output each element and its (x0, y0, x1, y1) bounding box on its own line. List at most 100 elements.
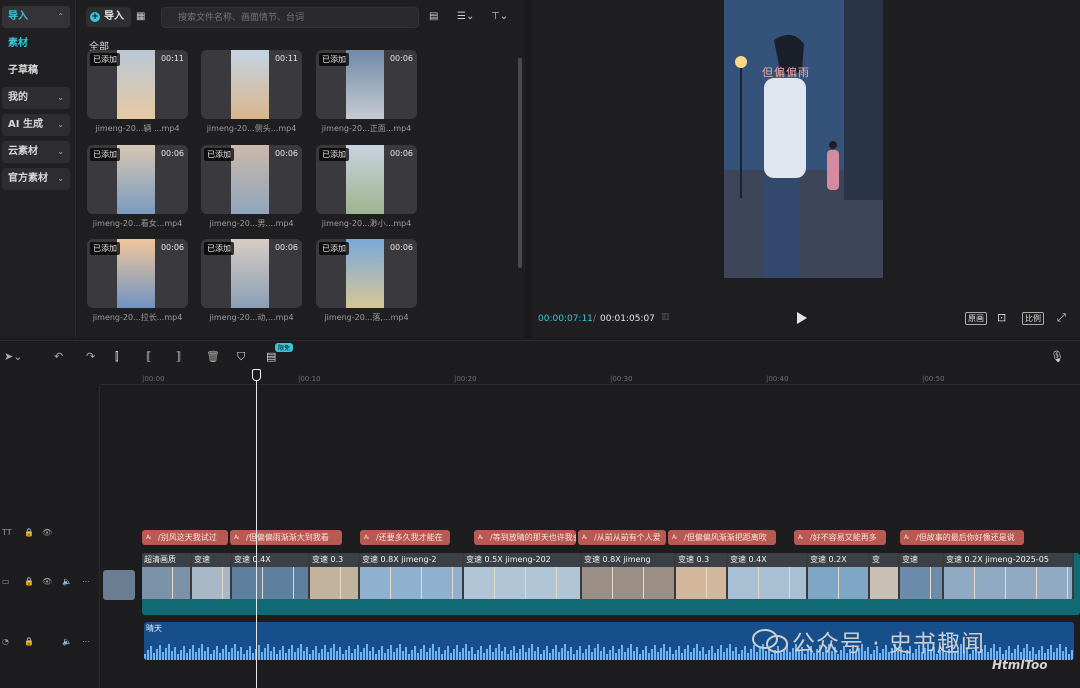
screenshot-icon[interactable]: ⊡ (997, 311, 1006, 324)
video-clip[interactable]: 变速 0.3 (676, 553, 728, 599)
split-left-icon[interactable]: ⟦ (146, 350, 151, 363)
ruler-tick: |00:20 (454, 375, 477, 383)
text-clip[interactable]: /但故事的最后你好像还是说 (900, 530, 1024, 545)
video-clip[interactable]: 超清画质 (142, 553, 192, 599)
lock-icon[interactable]: 🔒 (24, 637, 34, 646)
waveform-bar (507, 654, 509, 660)
waveform-bar (513, 646, 515, 660)
bars-icon[interactable]: ▥ (661, 312, 670, 322)
microphone-icon[interactable]: 🎙 (1050, 350, 1064, 363)
media-thumbnail[interactable]: 已添加 00:06 (316, 50, 417, 119)
split-right-icon[interactable]: ⟧ (176, 350, 181, 363)
select-cursor-icon[interactable]: ➤⌄ (4, 350, 22, 363)
video-clip[interactable]: 变速 (192, 553, 232, 599)
sidebar-item-material[interactable]: 素材 (2, 33, 70, 55)
audio-track-icon: ◔ (2, 637, 9, 646)
media-thumbnail[interactable]: 已添加 00:06 (87, 239, 188, 308)
video-preview[interactable]: 但偏偏雨 (724, 0, 883, 278)
split-icon[interactable]: ⫿ (115, 350, 119, 364)
undo-icon[interactable]: ↶ (54, 350, 63, 363)
text-clip[interactable]: /等到放晴的那天也许我会 (474, 530, 576, 545)
lock-icon[interactable]: 🔒 (24, 528, 34, 537)
view-mode-icon[interactable]: ▤ (429, 11, 438, 22)
playhead[interactable] (256, 372, 257, 688)
video-clip[interactable]: 变速 0.3 (310, 553, 360, 599)
video-clip[interactable]: 变速 0.4X (728, 553, 808, 599)
video-clip[interactable]: 变速 0.5X jimeng-202 (464, 553, 582, 599)
text-clip[interactable]: /别风这天我试过 (142, 530, 228, 545)
video-clip[interactable]: 变速 0.8X jimeng (582, 553, 676, 599)
waveform-bar (285, 653, 287, 660)
search-input[interactable] (161, 7, 419, 28)
more-icon[interactable]: ⋯ (82, 577, 90, 586)
sidebar-item-import[interactable]: 导入 ⌃ (2, 6, 70, 28)
media-thumbnail[interactable]: 00:11 (201, 50, 302, 119)
media-card[interactable]: 已添加 00:06 jimeng-20...男....mp4 (201, 145, 302, 229)
sidebar-item-mine[interactable]: 我的 ⌄ (2, 87, 70, 109)
time-ruler[interactable]: |00:00 |00:10 |00:20 |00:30 |00:40 |00:5… (100, 371, 1080, 385)
waveform-bar (354, 649, 356, 660)
qr-grid-icon[interactable]: ▦ (136, 11, 145, 22)
sort-icon[interactable]: ☰⌄ (457, 11, 474, 22)
marker-icon[interactable]: ⛉ (237, 350, 245, 364)
media-panel: + 导入 ▦ ▤ ☰⌄ ⊤⌄ 全部 已添加00:11jimeng-20...辆 … (77, 0, 525, 338)
media-card[interactable]: 已添加 00:06 jimeng-20...动,...mp4 (201, 239, 302, 323)
fullscreen-icon[interactable]: ⤢ (1057, 311, 1066, 325)
sidebar-item-cloud[interactable]: 云素材 ⌄ (2, 141, 70, 163)
video-clip[interactable]: 变速 0.2X jimeng-2025-05 (944, 553, 1074, 599)
play-icon[interactable] (797, 312, 807, 324)
filter-icon[interactable]: ⊤⌄ (491, 11, 508, 22)
media-card[interactable]: 00:11 jimeng-20...侧头...mp4 (201, 50, 302, 134)
cover-thumbnail[interactable] (103, 570, 135, 600)
media-scrollbar[interactable] (518, 58, 522, 268)
aspect-ratio-button[interactable]: 比例 (1022, 312, 1044, 325)
video-clip[interactable]: 变速 0.2X (808, 553, 870, 599)
media-filename: jimeng-20...看女...mp4 (92, 219, 183, 228)
text-clip[interactable]: /但偏偏雨渐渐大到我看 (230, 530, 342, 545)
media-thumbnail[interactable]: 已添加 00:06 (316, 145, 417, 214)
media-card[interactable]: 已添加 00:06 jimeng-20...看女...mp4 (87, 145, 188, 229)
video-clip[interactable]: 变速 0.4X (232, 553, 310, 599)
waveform-bar (306, 647, 308, 660)
clip-label: 变速 0.4X (234, 555, 271, 564)
sidebar-item-subdraft[interactable]: 子草稿 (2, 60, 70, 82)
media-thumbnail[interactable]: 已添加 00:06 (316, 239, 417, 308)
import-button[interactable]: + 导入 (86, 7, 131, 27)
waveform-bar (345, 650, 347, 660)
text-clip[interactable]: /好不容易又能再多 (794, 530, 886, 545)
waveform-bar (246, 650, 248, 660)
sidebar-item-ai-generate[interactable]: AI 生成 ⌄ (2, 114, 70, 136)
clip-frames (192, 567, 230, 599)
delete-icon[interactable]: 🗑 (206, 350, 220, 363)
playhead-handle[interactable] (252, 369, 261, 381)
video-clip[interactable]: 变 (870, 553, 900, 599)
more-icon[interactable]: ⋯ (82, 637, 90, 646)
redo-icon[interactable]: ↷ (86, 350, 95, 363)
text-clip[interactable]: /但偏偏风渐渐把距离吹 (668, 530, 776, 545)
speaker-icon[interactable]: 🔈 (62, 577, 72, 586)
waveform-bar (627, 648, 629, 660)
text-clip[interactable]: /从前从前有个人爱 (578, 530, 666, 545)
media-card[interactable]: 已添加 00:06 jimeng-20...渺小...mp4 (316, 145, 417, 229)
media-thumbnail[interactable]: 已添加 00:06 (201, 239, 302, 308)
video-clip[interactable]: 变速 0.8X jimeng-2 (360, 553, 464, 599)
media-card[interactable]: 已添加 00:06 jimeng-20...正面...mp4 (316, 50, 417, 134)
sidebar-item-official[interactable]: 官方素材 ⌄ (2, 168, 70, 190)
video-clip[interactable]: 变速 (900, 553, 944, 599)
media-card[interactable]: 已添加 00:06 jimeng-20...拉长...mp4 (87, 239, 188, 323)
speaker-icon[interactable]: 🔈 (62, 637, 72, 646)
media-thumbnail[interactable]: 已添加 00:06 (201, 145, 302, 214)
eye-icon[interactable]: 👁 (42, 528, 52, 537)
clip-frames (870, 567, 898, 599)
text-clip[interactable]: /还要多久我才能在 (360, 530, 450, 545)
original-quality-button[interactable]: 原画 (965, 312, 987, 325)
media-thumbnail[interactable]: 已添加 00:06 (87, 145, 188, 214)
waveform-bar (483, 653, 485, 660)
ai-subtitle-icon[interactable]: ▤ (266, 350, 276, 363)
video-track[interactable]: 超清画质 变速 变速 0.4X 变速 0.3 变速 0.8X jimeng-2 变速 0.… (142, 553, 1080, 615)
lock-icon[interactable]: 🔒 (24, 577, 34, 586)
eye-icon[interactable]: 👁 (42, 577, 52, 586)
media-card[interactable]: 已添加 00:11 jimeng-20...辆 ...mp4 (87, 50, 188, 134)
media-card[interactable]: 已添加 00:06 jimeng-20...落,...mp4 (316, 239, 417, 323)
media-thumbnail[interactable]: 已添加 00:11 (87, 50, 188, 119)
